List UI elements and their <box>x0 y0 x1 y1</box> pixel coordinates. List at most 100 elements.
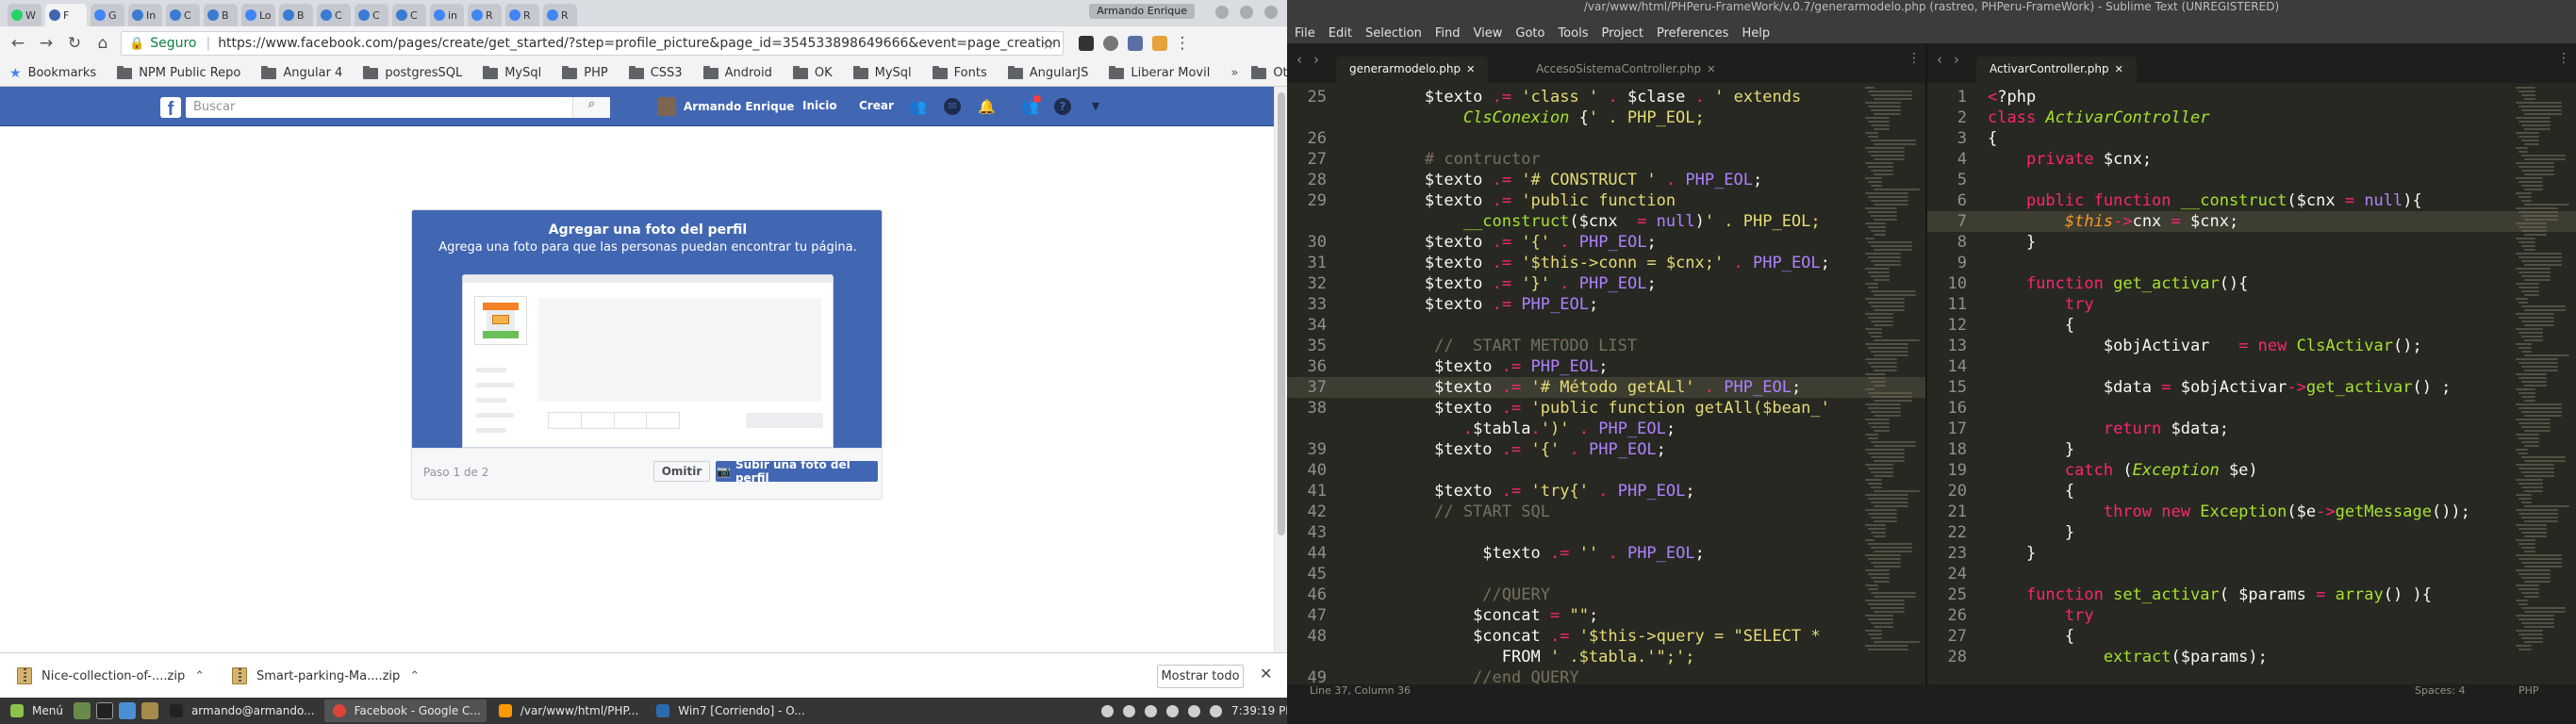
code-line[interactable]: 29 $texto .= 'public function <box>1287 190 1925 211</box>
right-code[interactable]: 1 <?php 2 class ActivarController 3{4 privat… <box>1927 87 2576 667</box>
code-line[interactable]: 8 } <box>1927 232 2576 253</box>
code-line[interactable]: 38 $texto .= 'public function getAll($be… <box>1287 398 1925 419</box>
bookmark-item[interactable]: postgresSQL <box>363 65 462 80</box>
bookmark-item[interactable]: MySql <box>852 65 912 80</box>
browser-tab[interactable]: C <box>355 4 388 26</box>
menu-item[interactable]: Preferences <box>1657 26 1728 41</box>
create-link[interactable]: Crear <box>859 99 894 112</box>
code-line[interactable]: 25 function set_activar( $params = array… <box>1927 584 2576 605</box>
close-tab-icon[interactable]: ✕ <box>1707 63 1715 75</box>
taskbar-app-terminal[interactable]: armando@armando... <box>161 699 321 722</box>
taskbar-app-sublime[interactable]: /var/www/html/PHP... <box>490 699 644 722</box>
back-icon[interactable]: ← <box>6 31 30 56</box>
code-line[interactable]: ClsConexion {' . PHP_EOL; <box>1287 107 1925 128</box>
tab-accesosistema[interactable]: AccesoSistemaController.php ✕ <box>1523 57 1728 83</box>
code-line[interactable]: .$tabla.')' . PHP_EOL; <box>1287 419 1925 439</box>
chevron-right-icon[interactable]: › <box>1954 51 1959 68</box>
tab-generarmodelo[interactable]: generarmodelo.php ✕ <box>1336 57 1489 83</box>
code-line[interactable]: 10 function get_activar(){ <box>1927 273 2576 294</box>
facebook-logo-icon[interactable]: f <box>160 97 181 120</box>
menu-item[interactable]: File <box>1295 26 1315 41</box>
code-line[interactable]: 26 <box>1287 128 1925 149</box>
code-line[interactable]: 36 $texto .= PHP_EOL; <box>1287 356 1925 377</box>
chevron-left-icon[interactable]: ‹ <box>1296 51 1302 68</box>
right-editor-pane[interactable]: ‹ › ActivarController.php ✕ ⋮ 1 <?php 2 clas… <box>1927 43 2576 684</box>
browser-tab[interactable]: R <box>468 4 502 26</box>
taskbar-app-chrome[interactable]: Facebook - Google C... <box>323 699 487 722</box>
code-line[interactable]: 28 $texto .= '# CONSTRUCT ' . PHP_EOL; <box>1287 170 1925 190</box>
show-desktop-icon[interactable] <box>73 702 91 719</box>
code-line[interactable]: 1 <?php <box>1927 87 2576 107</box>
indentation-setting[interactable]: Spaces: 4 <box>2415 684 2465 698</box>
code-line[interactable]: 33 $texto .= PHP_EOL; <box>1287 294 1925 315</box>
menu-item[interactable]: Selection <box>1365 26 1422 41</box>
bookmark-item[interactable]: Liberar Movil <box>1109 65 1210 80</box>
extension-circle-icon[interactable] <box>1103 36 1118 51</box>
code-line[interactable]: 18 } <box>1927 439 2576 460</box>
chrome-menu-icon[interactable]: ⋮ <box>1175 31 1191 56</box>
code-line[interactable]: 30 $texto .= '{' . PHP_EOL; <box>1287 232 1925 253</box>
browser-tab[interactable]: In <box>128 4 162 26</box>
chevron-up-icon[interactable]: ⌃ <box>194 669 205 683</box>
code-line[interactable]: 34 <box>1287 315 1925 336</box>
facebook-search-input[interactable]: Buscar <box>186 97 610 118</box>
browser-tab[interactable]: Lo <box>241 4 275 26</box>
extension-pen-icon[interactable] <box>1079 36 1094 51</box>
code-line[interactable]: 20 { <box>1927 481 2576 502</box>
bookmark-item[interactable]: AngularJS <box>1007 65 1088 80</box>
files-icon[interactable] <box>140 702 158 719</box>
pane-menu-icon[interactable]: ⋮ <box>2557 51 2570 66</box>
code-line[interactable]: 44 $texto .= '' . PHP_EOL; <box>1287 543 1925 564</box>
bookmark-item[interactable]: Angular 4 <box>261 65 342 80</box>
code-line[interactable]: 28 extract($params); <box>1927 647 2576 667</box>
close-icon[interactable] <box>1264 6 1278 19</box>
volume-icon[interactable] <box>1188 704 1200 717</box>
code-line[interactable]: 35 // START METODO LIST <box>1287 336 1925 356</box>
chevron-right-icon[interactable]: › <box>1313 51 1319 68</box>
bookmark-item[interactable]: Android <box>702 65 772 80</box>
bookmark-item[interactable]: ★ Bookmarks <box>9 66 96 81</box>
tab-activarcontroller[interactable]: ActivarController.php ✕ <box>1976 57 2137 83</box>
menu-item[interactable]: View <box>1474 26 1503 41</box>
bookmark-item[interactable]: NPM Public Repo <box>117 65 240 80</box>
chevron-up-icon[interactable]: ⌃ <box>409 669 420 683</box>
left-minimap[interactable] <box>1865 87 1920 684</box>
home-icon[interactable]: ⌂ <box>91 31 115 56</box>
code-line[interactable]: 21 throw new Exception($e->getMessage())… <box>1927 502 2576 522</box>
browser-tab[interactable]: C <box>392 4 426 26</box>
network-icon[interactable] <box>1166 704 1179 717</box>
left-editor-pane[interactable]: ‹ › generarmodelo.php ✕ AccesoSistemaCont… <box>1287 43 1925 684</box>
other-bookmarks[interactable]: Otros favoritos <box>1251 65 1287 80</box>
code-line[interactable]: 46 //QUERY <box>1287 584 1925 605</box>
start-menu-button[interactable]: Menú <box>0 698 71 724</box>
download-item[interactable]: Smart-parking-Ma....zip ⌃ <box>232 653 420 698</box>
chevron-down-icon[interactable]: ▼ <box>1087 98 1104 115</box>
close-icon[interactable]: ✕ <box>1260 665 1272 683</box>
code-line[interactable]: 2 class ActivarController <box>1927 107 2576 128</box>
bookmark-item[interactable]: Fonts <box>932 65 987 80</box>
code-line[interactable]: 25 $texto .= 'class ' . $clase . ' exten… <box>1287 87 1925 107</box>
browser-tab[interactable]: G <box>91 4 124 26</box>
code-line[interactable]: 15 $data = $objActivar->get_activar() ; <box>1927 377 2576 398</box>
code-line[interactable]: 27 # contructor <box>1287 149 1925 170</box>
maximize-icon[interactable] <box>1240 6 1253 19</box>
url-text[interactable]: https://www.facebook.com/pages/create/ge… <box>218 36 1061 51</box>
chevron-left-icon[interactable]: ‹ <box>1937 51 1942 68</box>
clock[interactable]: 7:39:19 PM <box>1231 704 1296 717</box>
code-line[interactable]: 40 <box>1287 460 1925 481</box>
extension-translate-icon[interactable] <box>1128 36 1143 51</box>
code-line[interactable]: 16 <box>1927 398 2576 419</box>
code-line[interactable]: 23 } <box>1927 543 2576 564</box>
code-line[interactable]: 22 } <box>1927 522 2576 543</box>
browser-tab[interactable]: F <box>45 4 87 26</box>
browser-tab[interactable]: C <box>317 4 351 26</box>
code-line[interactable]: 42 // START SQL <box>1287 502 1925 522</box>
help-icon[interactable]: ? <box>1054 98 1071 115</box>
code-line[interactable]: 48 $concat .= '$this->query = "SELECT * <box>1287 626 1925 647</box>
show-all-button[interactable]: Mostrar todo <box>1157 665 1244 688</box>
code-line[interactable]: 5 <box>1927 170 2576 190</box>
code-line[interactable]: 43 <box>1287 522 1925 543</box>
code-line[interactable]: 37 $texto .= '# Método getALl' . PHP_EOL… <box>1287 377 1925 398</box>
update-icon[interactable] <box>1123 704 1135 717</box>
notifications-icon[interactable]: 🔔 <box>978 98 996 115</box>
